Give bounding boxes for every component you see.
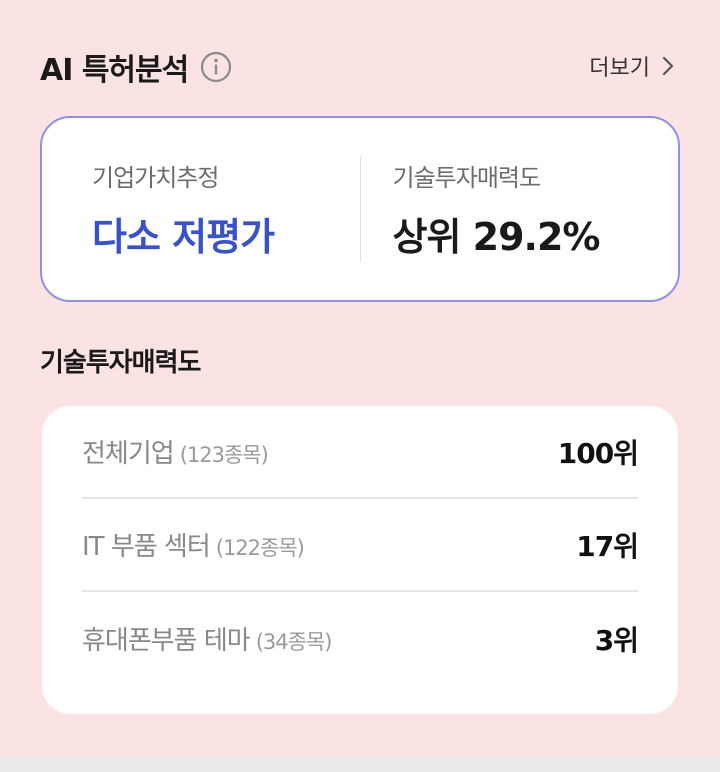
chevron-right-icon bbox=[660, 54, 676, 78]
investment-appeal-label: 기술투자매력도 bbox=[392, 164, 542, 192]
valuation-value: 다소 저평가 bbox=[92, 215, 275, 259]
ranking-card: 전체기업 (123종목) 100위 IT 부품 섹터 (122종목) 17위 휴대폰… bbox=[42, 406, 678, 714]
ranking-count: (122종목) bbox=[215, 536, 305, 560]
ranking-row: 휴대폰부품 테마 (34종목) 3위 bbox=[82, 592, 639, 685]
panel-title: AI 특허분석 bbox=[40, 53, 189, 88]
section-title: 기술투자매력도 bbox=[40, 348, 201, 378]
ranking-group-label: IT 부품 섹터 bbox=[82, 532, 211, 562]
ranking-name: 전체기업 (123종목) bbox=[82, 433, 269, 470]
ranking-value: 3위 bbox=[594, 623, 639, 657]
summary-card: 기업가치추정 다소 저평가 기술투자매력도 상위 29.2% bbox=[40, 116, 680, 302]
investment-appeal-summary: 기술투자매력도 상위 29.2% bbox=[361, 118, 679, 300]
ranking-name: IT 부품 섹터 (122종목) bbox=[82, 526, 305, 563]
ranking-value: 100위 bbox=[557, 436, 639, 470]
ranking-count: (123종목) bbox=[179, 443, 269, 467]
ranking-count: (34종목) bbox=[255, 630, 333, 654]
panel-header: AI 특허분석 bbox=[40, 46, 232, 88]
valuation-label: 기업가치추정 bbox=[92, 164, 219, 192]
valuation-summary: 기업가치추정 다소 저평가 bbox=[42, 118, 360, 300]
more-link[interactable]: 더보기 bbox=[589, 50, 676, 82]
ranking-row: 전체기업 (123종목) 100위 bbox=[82, 406, 639, 499]
patent-analysis-panel: AI 특허분석 더보기 기업가치추정 다소 저평가 기술투자매력도 상위 29.… bbox=[0, 0, 720, 756]
ranking-value: 17위 bbox=[576, 529, 639, 563]
info-circle-icon[interactable] bbox=[200, 51, 232, 83]
ranking-row: IT 부품 섹터 (122종목) 17위 bbox=[82, 499, 639, 592]
more-label: 더보기 bbox=[589, 56, 650, 81]
ranking-name: 휴대폰부품 테마 (34종목) bbox=[82, 620, 333, 657]
ranking-group-label: 휴대폰부품 테마 bbox=[82, 626, 251, 656]
investment-appeal-value: 상위 29.2% bbox=[392, 215, 601, 259]
ranking-group-label: 전체기업 bbox=[82, 439, 175, 469]
